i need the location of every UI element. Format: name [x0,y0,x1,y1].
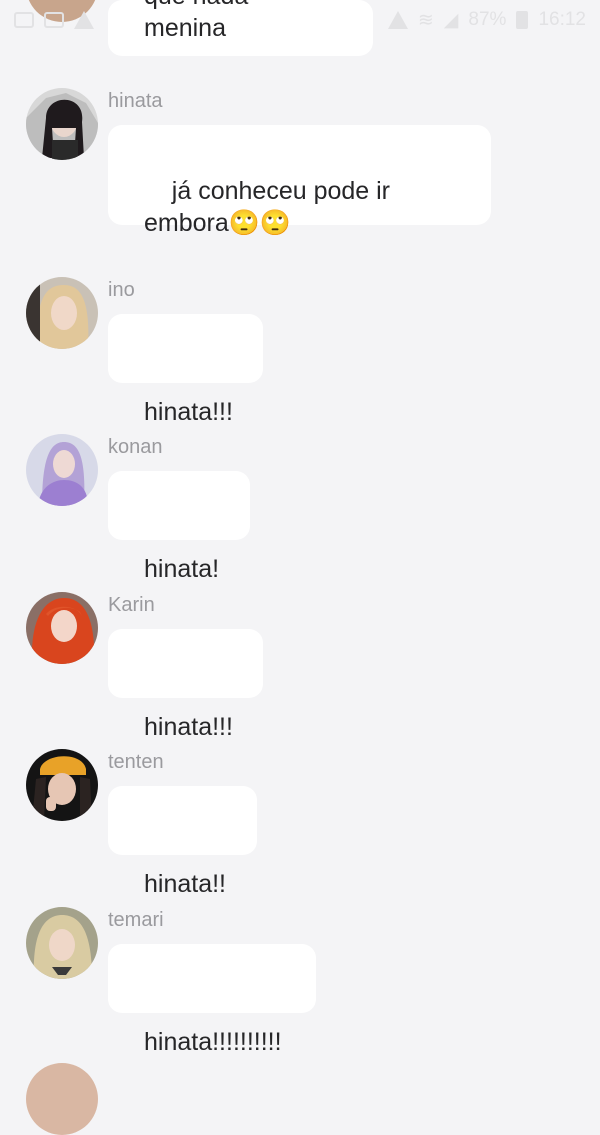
message-bubble[interactable]: hinata!! [108,786,257,898]
avatar-image [26,907,98,979]
sender-name: ino [108,279,135,301]
sender-name: hinata [108,90,163,112]
avatar-image [26,434,98,506]
avatar[interactable] [26,907,98,979]
message-text: hinata!!! [144,713,233,741]
message-bubble[interactable]: hinata! [108,471,250,583]
avatar[interactable] [26,592,98,664]
avatar[interactable] [26,434,98,506]
battery-percent: 87% [468,9,507,30]
clock: 16:12 [538,9,586,30]
sender-name: konan [108,436,163,458]
sender-name: temari [108,909,164,931]
avatar-image [26,88,98,160]
wifi-icon: ≋ [417,9,434,31]
message-text: hinata!!!!!!!!!! [144,1028,282,1056]
avatar-image [26,592,98,664]
message-bubble[interactable]: hinata!!! [108,629,263,741]
signal-icon: ◢ [443,9,459,31]
message-text: hinata!! [144,870,227,898]
avatar[interactable] [26,277,98,349]
avatar-image [26,277,98,349]
message-text: que nada menina [144,0,248,42]
sender-name: tenten [108,751,164,773]
message-bubble[interactable]: que nada menina [108,0,373,56]
image-icon [14,12,34,28]
battery-icon [516,11,529,29]
avatar[interactable] [26,88,98,160]
avatar[interactable] [26,1063,98,1135]
message-text: já conheceu pode ir embora🙄🙄 [144,177,391,237]
avatar-image [26,749,98,821]
message-bubble[interactable]: hinata!!! [108,314,263,426]
avatar[interactable] [26,749,98,821]
sender-name: Karin [108,594,155,616]
message-bubble[interactable]: já conheceu pode ir embora🙄🙄 [108,125,491,237]
message-bubble[interactable]: hinata!!!!!!!!!! [108,944,316,1056]
message-text: hinata! [144,555,220,583]
avatar[interactable] [26,0,98,22]
status-right: ≋ ◢ 87% 16:12 [387,9,586,32]
warning-icon [387,11,408,29]
message-text: hinata!!! [144,398,233,426]
